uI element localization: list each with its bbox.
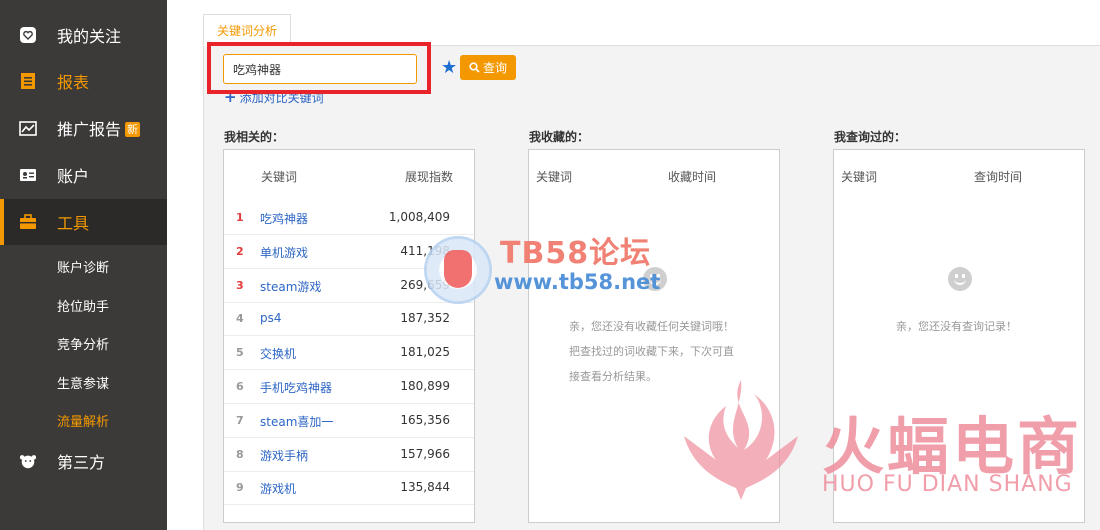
history-col-time: 查询时间 [974,170,1023,184]
flame-bat-logo-icon [684,380,798,500]
watermark-url: www.tb58.net [494,270,661,294]
favorites-title: 我收藏的： [529,130,590,144]
rank-number: 3 [236,278,244,292]
id-card-icon [19,166,37,184]
sidebar-item-label: 推广报告 [57,120,122,139]
keyword-link[interactable]: 单机游戏 [260,244,308,261]
watermark-brand-en: HUO FU DIAN SHANG [822,472,1073,497]
sidebar-item-tools[interactable]: 工具 [0,199,167,245]
rank-number: 7 [236,413,244,427]
sidebar-item-my-follow[interactable]: 我的关注 [0,12,167,58]
keyword-link[interactable]: 手机吃鸡神器 [260,379,332,396]
report-icon [19,72,37,90]
sidebar-item-promo-report[interactable]: 推广报告新 [0,105,167,151]
keyword-link[interactable]: 游戏机 [260,480,296,497]
impression-index-value: 181,025 [400,345,450,360]
sidebar-item-label: 第三方 [57,453,106,472]
subitem-bid-assistant[interactable]: 抢位助手 [57,296,109,315]
search-input[interactable]: 吃鸡神器 [223,54,417,84]
impression-index-value: 180,899 [400,379,450,393]
heart-icon [19,26,37,44]
rank-number: 8 [236,447,244,461]
rank-number: 4 [236,312,244,326]
related-col-index: 展现指数 [405,170,454,184]
sidebar-item-label: 账户 [57,167,90,186]
sidebar-item-label: 工具 [57,214,90,233]
keyword-link[interactable]: 游戏手柄 [260,447,308,464]
keyword-link[interactable]: steam游戏 [260,278,321,295]
sidebar-item-label: 我的关注 [57,27,122,46]
chart-icon [19,119,37,137]
table-row: 9 游戏机 135,844 [224,471,474,506]
impression-index-value: 157,966 [400,446,450,461]
sidebar-item-report[interactable]: 报表 [0,58,167,104]
subitem-competition-analysis[interactable]: 竞争分析 [57,334,109,353]
smiley-icon [948,267,972,291]
sidebar-item-label: 报表 [57,73,90,92]
watermark-forum: TB58论坛 [500,236,652,271]
query-button[interactable]: 查询 [460,55,516,80]
table-row: 5 交换机 181,025 [224,336,474,371]
rank-number: 9 [236,481,244,495]
star-icon[interactable]: ★ [441,57,457,78]
subitem-traffic-analysis[interactable]: 流量解析 [57,411,109,430]
subitem-business-advisor[interactable]: 生意参谋 [57,373,109,392]
sidebar-item-third-party[interactable]: 第三方 [0,438,167,484]
search-icon [469,62,480,73]
history-title: 我查询过的： [834,130,907,144]
third-party-icon [19,452,37,470]
rank-number: 2 [236,244,244,258]
impression-index-value: 135,844 [400,480,450,495]
table-row: 1 吃鸡神器 1,008,409 [224,201,474,235]
rank-number: 6 [236,380,244,393]
favorites-col-time: 收藏时间 [668,170,717,184]
hand-logo-icon [444,250,472,288]
history-col-keyword: 关键词 [841,170,878,184]
related-title: 我相关的： [224,130,285,144]
keyword-link[interactable]: 吃鸡神器 [260,210,308,227]
impression-index-value: 1,008,409 [388,210,450,224]
rank-number: 1 [236,211,244,224]
query-button-label: 查询 [482,61,507,75]
history-empty-text: 亲，您还没有查询记录！ [896,320,1017,333]
sidebar: 我的关注 报表 推广报告新 账户 工具 账户诊断 抢位助手 竞争分析 生意参谋 … [0,0,167,530]
keyword-link[interactable]: steam喜加一 [260,413,333,430]
related-col-keyword: 关键词 [261,170,298,184]
favorites-col-keyword: 关键词 [536,170,573,184]
table-row: 7 steam喜加一 165,356 [224,404,474,438]
impression-index-value: 165,356 [400,412,450,427]
keyword-link[interactable]: 交换机 [260,345,296,362]
keyword-link[interactable]: ps4 [260,311,282,325]
table-row: 6 手机吃鸡神器 180,899 [224,370,474,404]
new-badge: 新 [125,122,141,137]
impression-index-value: 187,352 [400,311,450,326]
subitem-account-diagnosis[interactable]: 账户诊断 [57,257,109,276]
toolbox-icon [19,213,37,231]
sidebar-item-account[interactable]: 账户 [0,152,167,198]
rank-number: 5 [236,346,244,360]
table-row: 8 游戏手柄 157,966 [224,438,474,472]
table-row: 4 ps4 187,352 [224,302,474,337]
